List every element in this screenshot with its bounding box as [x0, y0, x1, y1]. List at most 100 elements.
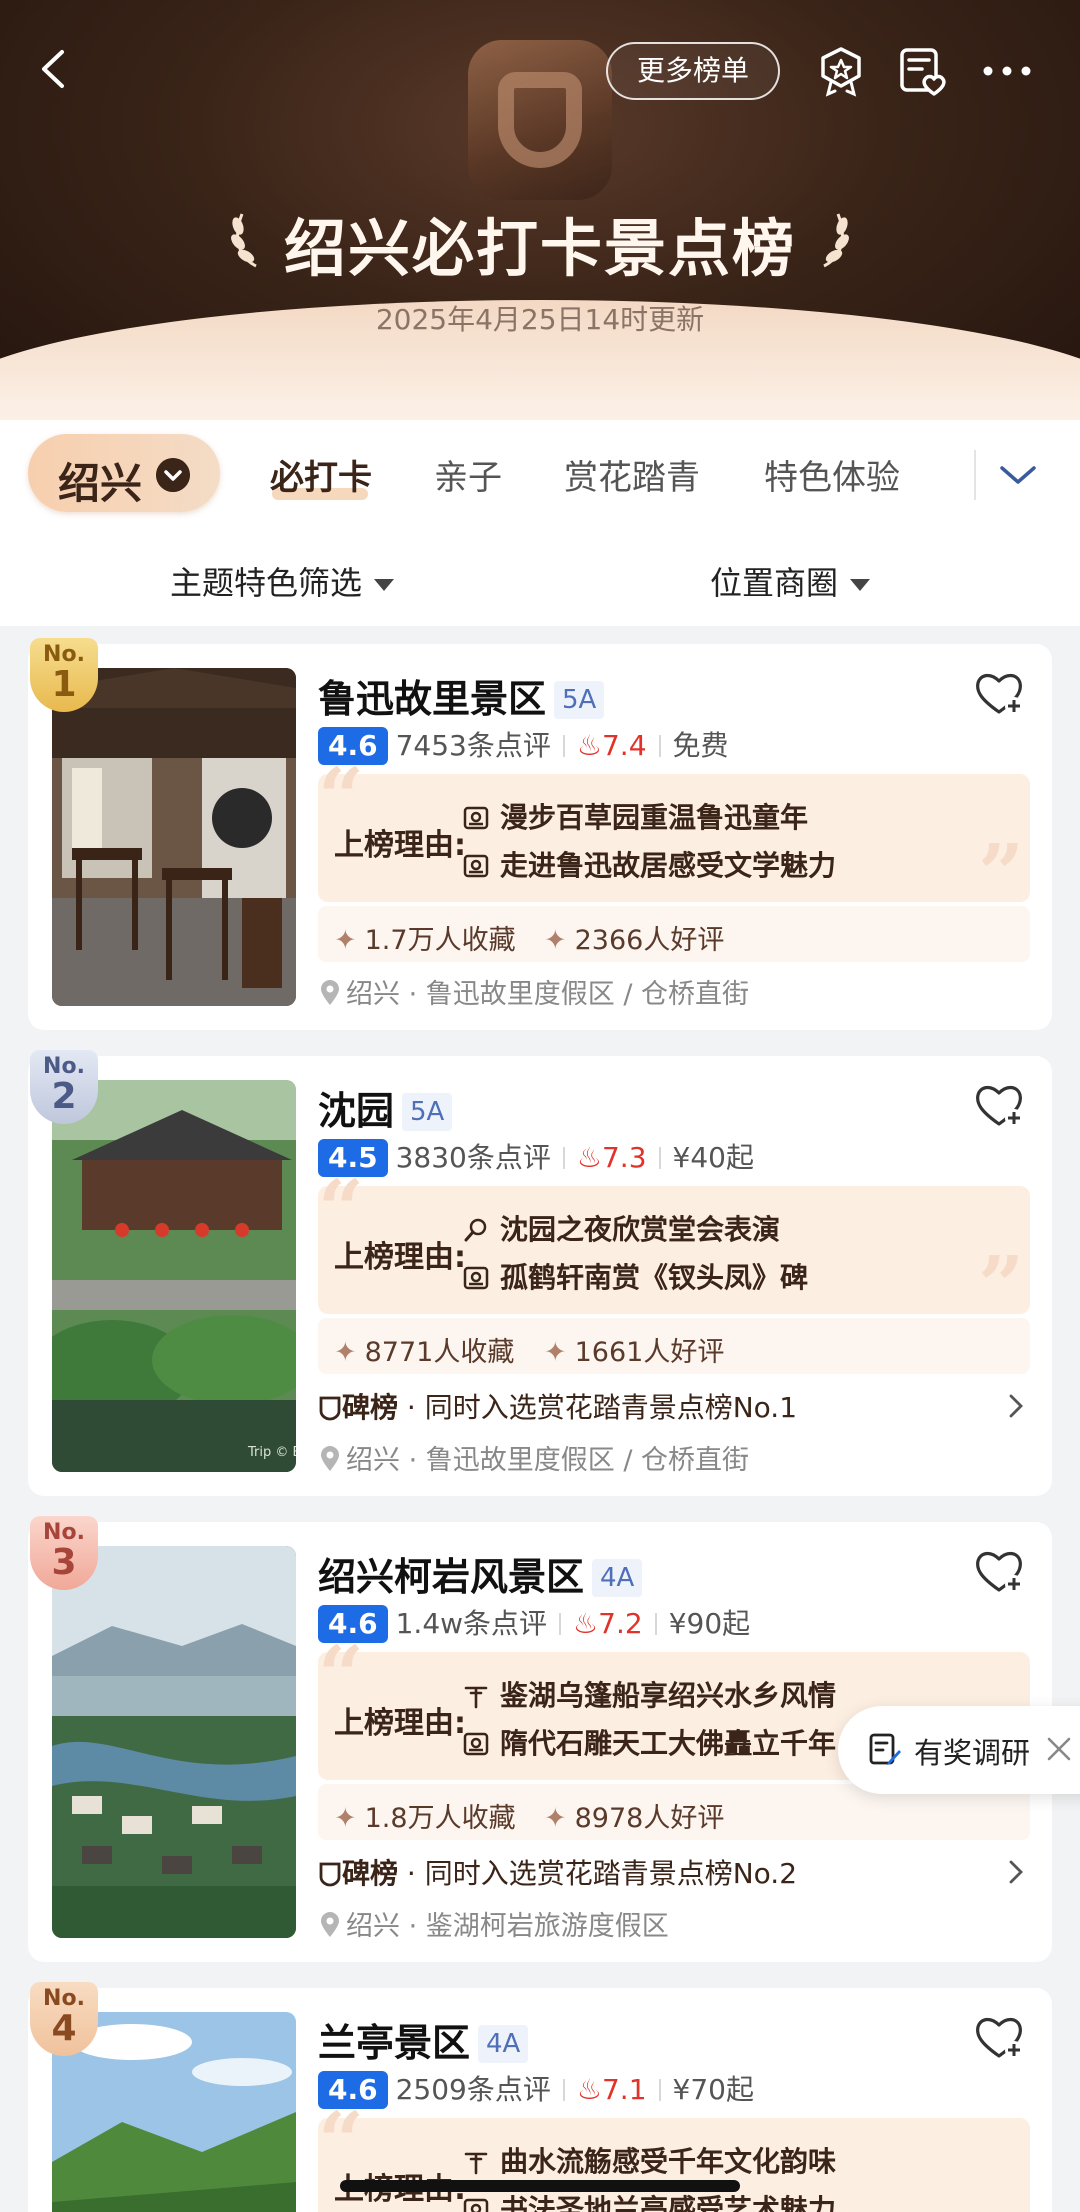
theme-filter[interactable]: 主题特色筛选 — [170, 558, 395, 604]
chevron-down-icon — [156, 458, 190, 492]
attraction-name[interactable]: 兰亭景区 4A — [318, 2012, 529, 2067]
reason-item: 沈园之夜欣赏堂会表演 — [462, 1208, 780, 1248]
location-filter-label: 位置商圈 — [710, 564, 839, 602]
survey-floating-button[interactable]: 有奖调研 — [838, 1706, 1080, 1794]
good-reviews-count: ✦ 1661人好评 — [544, 1337, 725, 1368]
search-icon — [464, 1218, 487, 1242]
location-row: 绍兴 · 鉴湖柯岩旅游度假区 — [318, 1904, 669, 1943]
saves-count: ✦ 8771人收藏 — [334, 1337, 515, 1368]
home-indicator — [340, 2180, 740, 2192]
attraction-card[interactable]: No. 1 鲁迅故里景区 5A 4.6 7453条点评 ♨7.4 免费 “ ” 上榜理由 — [28, 638, 1052, 1030]
sparkle-icon: ✦ — [544, 1337, 567, 1368]
sparkle-icon: ✦ — [334, 925, 357, 956]
sparkle-icon: ✦ — [334, 1803, 357, 1834]
attraction-card[interactable]: No.4 兰亭景区4A 4.62509条点评♨7.1¥70起 “ 上榜理由: 曲… — [28, 1982, 1052, 2212]
laurel-right-icon — [823, 213, 849, 268]
tab-experience[interactable]: 特色体验 — [764, 450, 900, 499]
badge-icon[interactable] — [814, 44, 868, 98]
boat-paddle-icon — [464, 1686, 488, 1709]
attraction-name[interactable]: 绍兴柯岩风景区 4A — [318, 1546, 643, 1601]
good-reviews-count: ✦ 8978人好评 — [544, 1803, 725, 1834]
ticket-icon — [463, 2198, 489, 2212]
favorites-list-icon[interactable] — [896, 44, 950, 98]
review-count[interactable]: 1.4w条点评 — [396, 1607, 547, 1640]
board-row[interactable]: 碑榜 · 同时入选赏花踏青景点榜No.1 — [318, 1386, 1030, 1430]
board-shield-icon — [319, 1862, 341, 1887]
category-tabs: 绍兴 必打卡 亲子 赏花踏青 特色体验 — [0, 420, 1080, 530]
grade-badge: 4A — [478, 2025, 529, 2063]
close-icon[interactable] — [1042, 1732, 1076, 1766]
ticket-icon — [463, 854, 489, 878]
expand-tabs-icon[interactable] — [996, 454, 1040, 494]
hero-header: 更多榜单 绍兴必打卡景点榜 2025年4月25日14时更新 — [0, 0, 1080, 420]
reason-box: “ ” 上榜理由: 沈园之夜欣赏堂会表演 孤鹤轩南赏《钗头凤》碑 — [318, 1162, 1030, 1332]
reason-item: 走进鲁迅故居感受文学魅力 — [462, 844, 836, 884]
rating-row: 4.6 1.4w条点评 ♨7.2 ¥90起 — [318, 1602, 751, 1643]
favorite-heart-icon[interactable] — [972, 668, 1026, 718]
heat-index: ♨7.2 — [573, 1607, 643, 1640]
boat-paddle-icon — [464, 2152, 488, 2175]
heat-index: ♨7.1 — [576, 2073, 647, 2106]
saves-count: ✦ 1.7万人收藏 — [334, 925, 516, 956]
attraction-card[interactable]: No. 2 Trip © E 沈园 5A 4.5 3830条点评 ♨7.3 ¥40起 “ … — [28, 1050, 1052, 1496]
board-row[interactable]: 碑榜 · 同时入选赏花踏青景点榜No.2 — [318, 1852, 1030, 1896]
flame-icon: ♨ — [573, 1607, 599, 1640]
flame-icon: ♨ — [576, 2073, 602, 2106]
reason-item: 隋代石雕天工大佛矗立千年 — [462, 1722, 836, 1762]
review-count[interactable]: 7453条点评 — [396, 729, 551, 762]
review-count[interactable]: 2509条点评 — [396, 2073, 551, 2106]
stats-box: ✦ 8771人收藏 ✦ 1661人好评 — [318, 1318, 1030, 1374]
attraction-name[interactable]: 鲁迅故里景区 5A — [318, 668, 605, 723]
tab-flowers[interactable]: 赏花踏青 — [564, 450, 700, 499]
flame-icon: ♨ — [576, 729, 602, 762]
theme-filter-label: 主题特色筛选 — [170, 564, 363, 602]
favorite-heart-icon[interactable] — [972, 1546, 1026, 1596]
board-shield-icon — [319, 1396, 341, 1421]
city-label: 绍兴 — [58, 459, 143, 508]
page-title: 绍兴必打卡景点榜 — [283, 212, 796, 285]
rank-badge: No. 3 — [30, 1516, 98, 1590]
heat-index: ♨7.3 — [576, 1141, 647, 1174]
location-row: 绍兴 · 鲁迅故里度假区 / 仓桥直街 — [318, 972, 749, 1011]
more-icon[interactable] — [980, 44, 1034, 98]
caret-down-icon — [850, 579, 871, 591]
update-time: 2025年4月25日14时更新 — [375, 303, 705, 336]
svg-text:Trip © E: Trip © E — [247, 1445, 296, 1460]
reason-item: 鉴湖乌篷船享绍兴水乡风情 — [462, 1674, 836, 1714]
attraction-name[interactable]: 沈园 5A — [318, 1080, 453, 1135]
reason-item: 孤鹤轩南赏《钗头凤》碑 — [462, 1256, 808, 1296]
reason-box: “ 上榜理由: 曲水流觞感受千年文化韵味 书法圣地兰亭感受艺术魅力 — [318, 2094, 1030, 2212]
review-count[interactable]: 3830条点评 — [396, 1141, 551, 1174]
sparkle-icon: ✦ — [544, 925, 567, 956]
reason-item: 漫步百草园重温鲁迅童年 — [462, 796, 808, 836]
reason-label: 上榜理由: — [334, 828, 466, 863]
grade-badge: 5A — [402, 1093, 453, 1131]
attraction-image[interactable] — [52, 1546, 296, 1938]
tab-must-visit[interactable]: 必打卡 — [270, 450, 372, 499]
tab-family[interactable]: 亲子 — [434, 450, 502, 499]
ranking-logo — [468, 40, 612, 200]
favorite-heart-icon[interactable] — [972, 1080, 1026, 1130]
back-icon[interactable] — [30, 44, 80, 94]
price: 免费 — [672, 729, 729, 762]
chevron-right-icon — [1009, 1860, 1023, 1884]
favorite-heart-icon[interactable] — [972, 2012, 1026, 2062]
flame-icon: ♨ — [576, 1141, 602, 1174]
attraction-image[interactable]: Trip © E — [52, 1080, 296, 1472]
reason-label: 上榜理由: — [334, 1240, 466, 1275]
location-pin-icon — [321, 1446, 339, 1471]
ticket-icon — [463, 806, 489, 830]
saves-count: ✦ 1.8万人收藏 — [334, 1803, 516, 1834]
heat-index: ♨7.4 — [576, 729, 647, 762]
price: ¥90起 — [668, 1607, 751, 1640]
attraction-image[interactable] — [52, 668, 296, 1006]
reason-box: “ ” 上榜理由: 漫步百草园重温鲁迅童年 走进鲁迅故居感受文学魅力 — [318, 750, 1030, 920]
survey-label: 有奖调研 — [914, 1736, 1031, 1770]
city-selector[interactable]: 绍兴 — [28, 434, 220, 512]
tabs-divider — [974, 450, 976, 500]
ticket-icon — [463, 1266, 489, 1290]
location-filter[interactable]: 位置商圈 — [710, 558, 871, 604]
rating-row: 4.6 7453条点评 ♨7.4 免费 — [318, 724, 729, 765]
more-lists-button[interactable]: 更多榜单 — [606, 42, 780, 100]
rank-badge: No. 1 — [30, 638, 98, 712]
